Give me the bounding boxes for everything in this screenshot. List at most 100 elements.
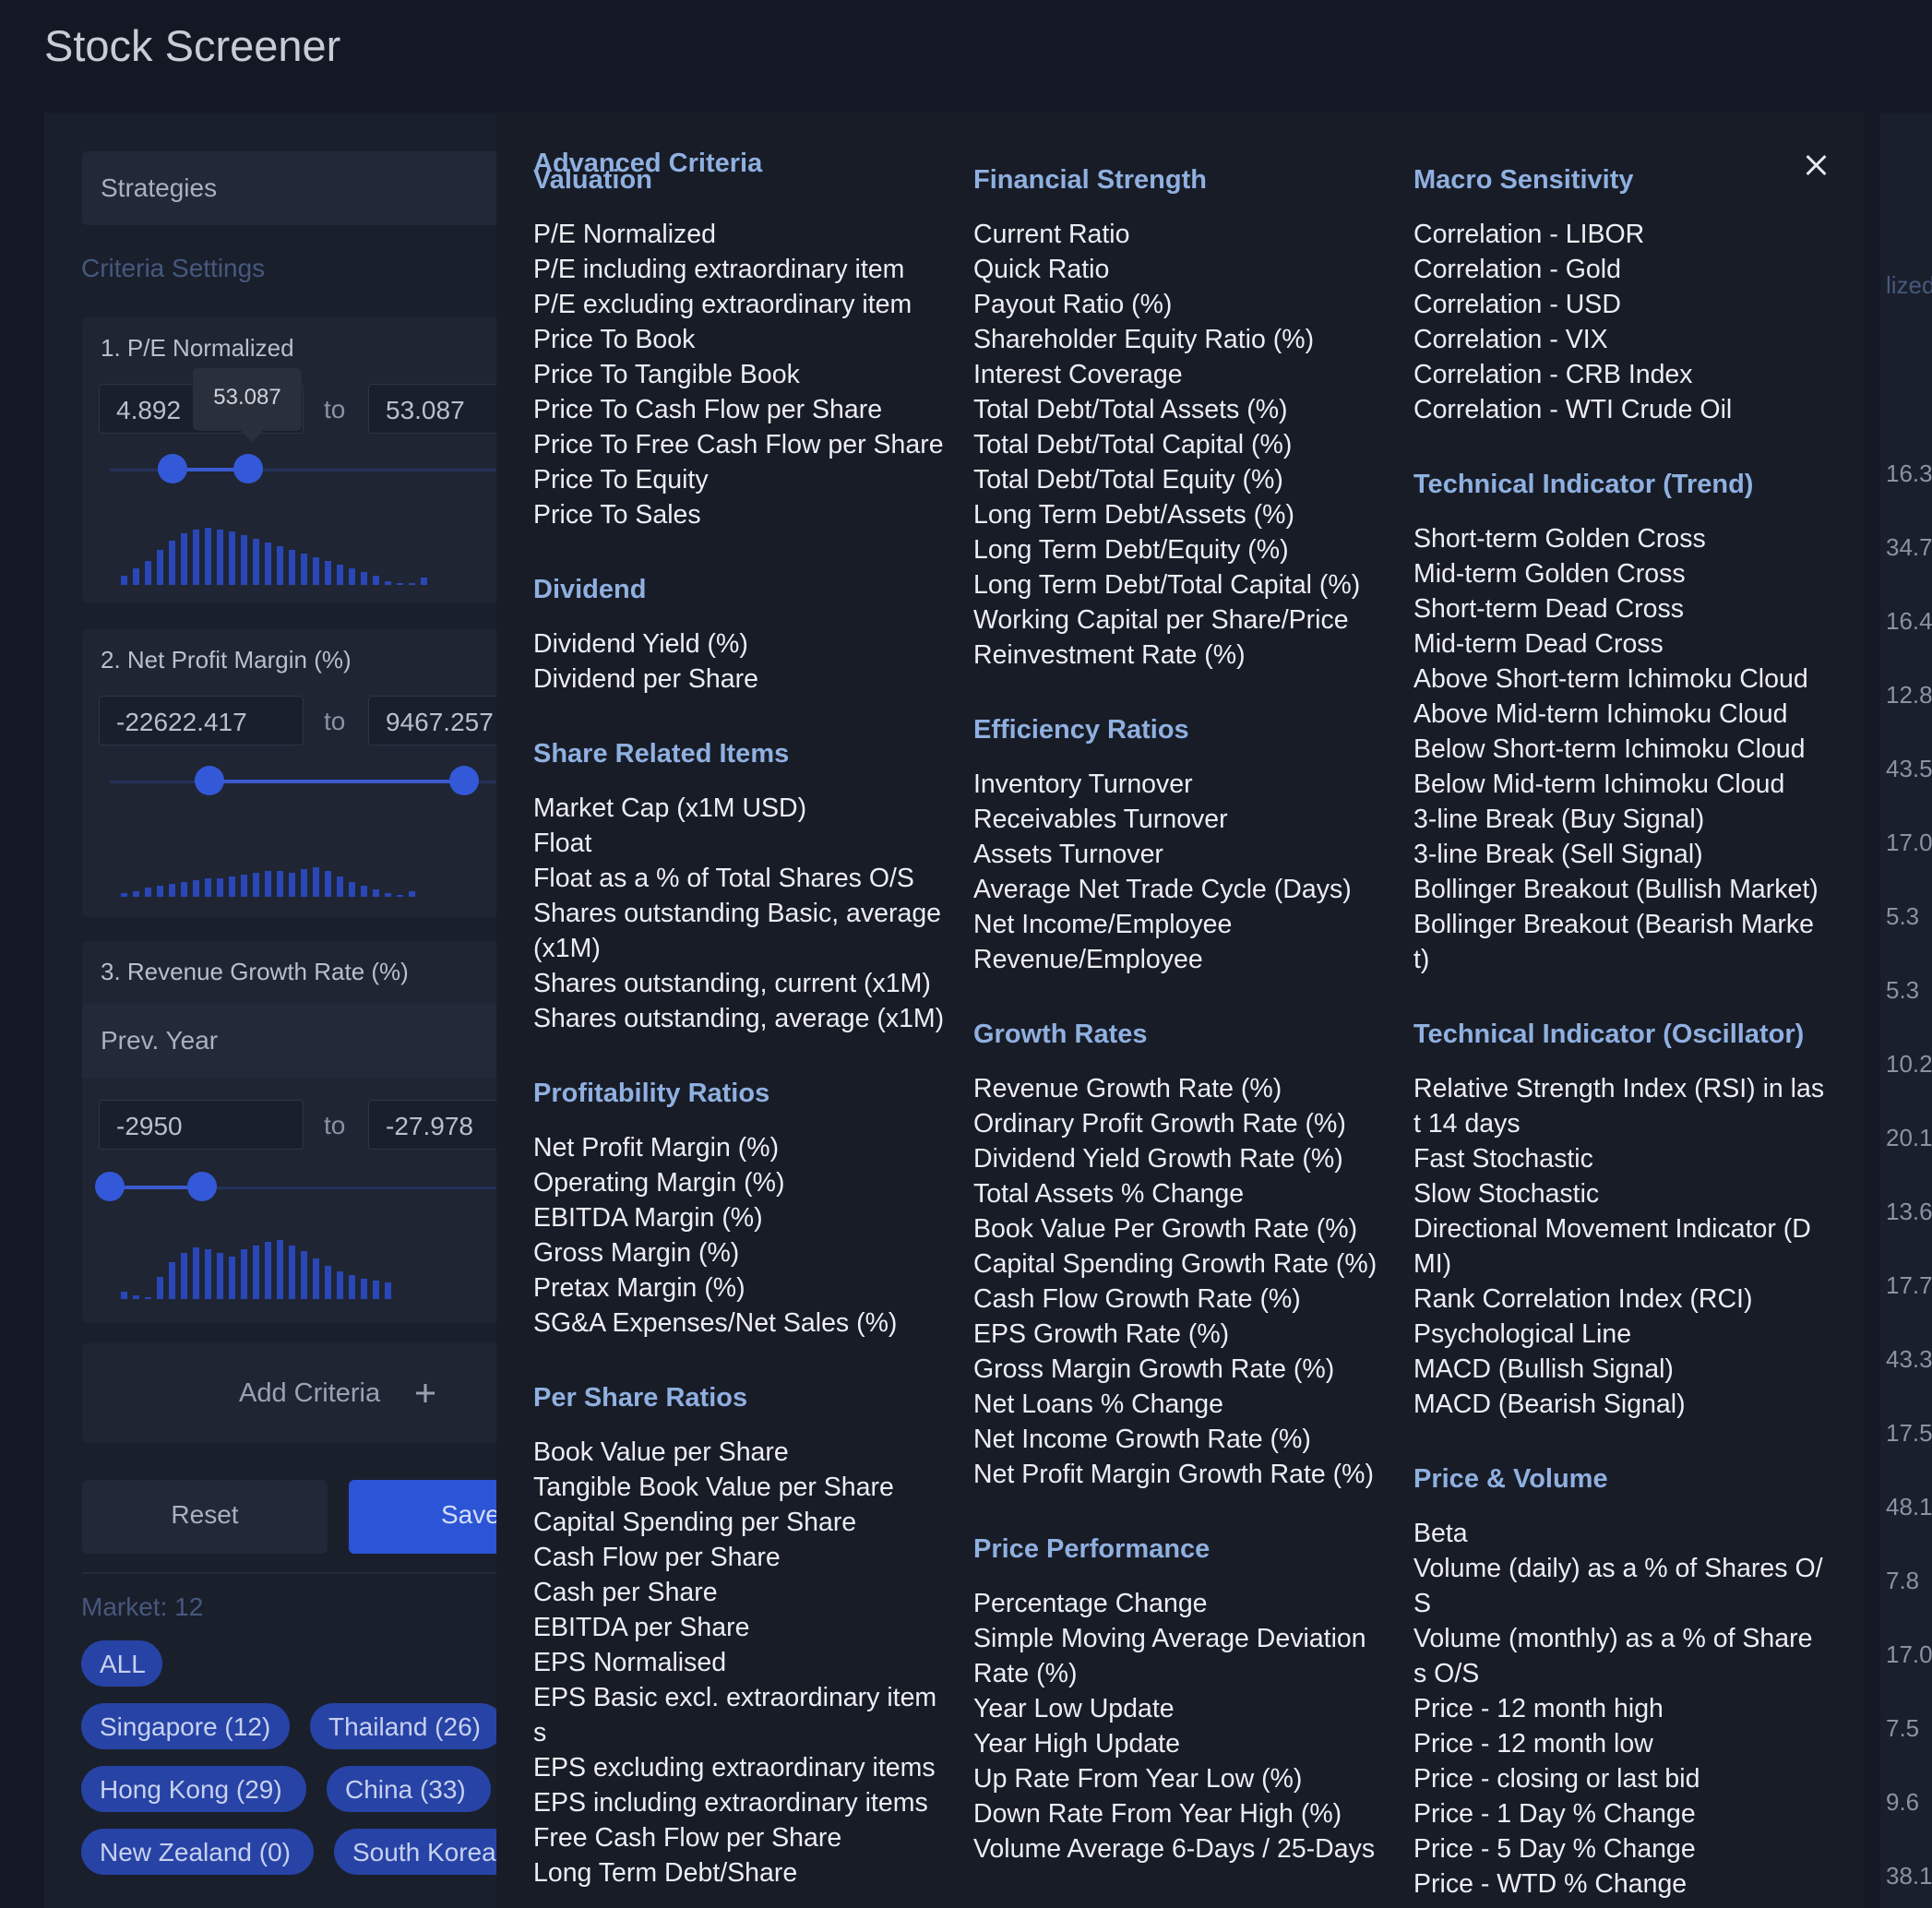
criteria-option[interactable]: Net Loans % Change (973, 1389, 1223, 1420)
criteria-option[interactable]: Volume (monthly) as a % of Share (1413, 1623, 1812, 1654)
criteria-option[interactable]: Shareholder Equity Ratio (%) (973, 324, 1314, 355)
criteria-option[interactable]: Correlation - Gold (1413, 254, 1621, 285)
criteria-option[interactable]: Ordinary Profit Growth Rate (%) (973, 1108, 1346, 1139)
criteria-option[interactable]: Shares outstanding, average (x1M) (533, 1003, 944, 1034)
market-pill-new-zealand[interactable]: New Zealand (0) (81, 1829, 314, 1875)
slider-max-handle[interactable] (449, 766, 479, 795)
criteria-option[interactable]: P/E Normalized (533, 219, 716, 250)
criteria-option[interactable]: Free Cash Flow per Share (533, 1822, 841, 1854)
criteria-option[interactable]: Correlation - WTI Crude Oil (1413, 394, 1732, 425)
criteria-option[interactable]: Gross Margin (%) (533, 1237, 739, 1269)
criteria-option[interactable]: Float (533, 828, 591, 859)
criteria-option[interactable]: t) (1413, 944, 1429, 975)
min-input[interactable]: -22622.417 (99, 696, 304, 745)
criteria-option[interactable]: Long Term Debt/Assets (%) (973, 499, 1294, 531)
criteria-option[interactable]: Fast Stochastic (1413, 1143, 1593, 1175)
criteria-option[interactable]: Net Profit Margin Growth Rate (%) (973, 1459, 1374, 1490)
criteria-option[interactable]: Price - 5 Day % Change (1413, 1833, 1696, 1865)
market-pill-thailand[interactable]: Thailand (26) (310, 1703, 504, 1749)
market-pill-singapore[interactable]: Singapore (12) (81, 1703, 290, 1749)
criteria-option[interactable]: Correlation - CRB Index (1413, 359, 1693, 390)
criteria-option[interactable]: MI) (1413, 1248, 1451, 1280)
criteria-option[interactable]: Net Profit Margin (%) (533, 1132, 779, 1163)
criteria-option[interactable]: MACD (Bullish Signal) (1413, 1353, 1674, 1385)
criteria-option[interactable]: Capital Spending per Share (533, 1507, 856, 1538)
min-input[interactable]: -2950 (99, 1100, 304, 1150)
slider-max-handle[interactable] (233, 454, 263, 483)
criteria-option[interactable]: Correlation - LIBOR (1413, 219, 1644, 250)
criteria-option[interactable]: 3-line Break (Sell Signal) (1413, 839, 1703, 870)
criteria-option[interactable]: Cash Flow per Share (533, 1542, 781, 1573)
criteria-option[interactable]: Current Ratio (973, 219, 1129, 250)
criteria-option[interactable]: 3-line Break (Buy Signal) (1413, 804, 1704, 835)
criteria-option[interactable]: Shares outstanding Basic, average (533, 898, 941, 929)
slider-min-handle[interactable] (195, 766, 224, 795)
criteria-option[interactable]: Operating Margin (%) (533, 1167, 784, 1198)
criteria-option[interactable]: Long Term Debt/Total Capital (%) (973, 569, 1360, 601)
criteria-option[interactable]: Bollinger Breakout (Bullish Market) (1413, 874, 1819, 905)
criteria-option[interactable]: Long Term Debt/Share (533, 1857, 797, 1889)
criteria-option[interactable]: Tangible Book Value per Share (533, 1472, 894, 1503)
criteria-option[interactable]: Simple Moving Average Deviation (973, 1623, 1366, 1654)
criteria-option[interactable]: Long Term Debt/Equity (%) (973, 534, 1289, 566)
market-pill-china[interactable]: China (33) (327, 1766, 491, 1812)
criteria-option[interactable]: t 14 days (1413, 1108, 1521, 1139)
criteria-option[interactable]: Average Net Trade Cycle (Days) (973, 874, 1352, 905)
criteria-option[interactable]: Price - 12 month low (1413, 1728, 1653, 1759)
criteria-option[interactable]: Mid-term Dead Cross (1413, 628, 1664, 660)
add-criteria-button[interactable]: Add Criteria (82, 1343, 516, 1443)
criteria-option[interactable]: P/E including extraordinary item (533, 254, 904, 285)
criteria-option[interactable]: Price - 12 month high (1413, 1693, 1664, 1724)
market-pill-south-korea[interactable]: South Korea (334, 1829, 519, 1875)
criteria-option[interactable]: Down Rate From Year High (%) (973, 1798, 1342, 1830)
criteria-option[interactable]: Reinvestment Rate (%) (973, 639, 1246, 671)
criteria-option[interactable]: Correlation - VIX (1413, 324, 1608, 355)
criteria-option[interactable]: EBITDA Margin (%) (533, 1202, 763, 1234)
criteria-option[interactable]: Book Value per Share (533, 1437, 789, 1468)
criteria-option[interactable]: s (533, 1717, 546, 1748)
criteria-option[interactable]: Volume (daily) as a % of Shares O/ (1413, 1553, 1823, 1584)
criteria-option[interactable]: Revenue Growth Rate (%) (973, 1073, 1282, 1104)
criteria-option[interactable]: Directional Movement Indicator (D (1413, 1213, 1811, 1245)
criteria-option[interactable]: Short-term Golden Cross (1413, 523, 1706, 555)
criteria-option[interactable]: EPS Normalised (533, 1647, 726, 1678)
criteria-option[interactable]: Inventory Turnover (973, 769, 1193, 800)
criteria-option[interactable]: Net Income/Employee (973, 909, 1232, 940)
criteria-option[interactable]: (x1M) (533, 933, 601, 964)
criteria-option[interactable]: Below Short-term Ichimoku Cloud (1413, 733, 1806, 765)
criteria-option[interactable]: Market Cap (x1M USD) (533, 793, 806, 824)
criteria-option[interactable]: Price - 1 Day % Change (1413, 1798, 1696, 1830)
criteria-option[interactable]: Net Income Growth Rate (%) (973, 1424, 1311, 1455)
criteria-option[interactable]: SG&A Expenses/Net Sales (%) (533, 1307, 897, 1339)
criteria-option[interactable]: s O/S (1413, 1658, 1479, 1689)
criteria-option[interactable]: Price - closing or last bid (1413, 1763, 1699, 1795)
criteria-option[interactable]: Price - WTD % Change (1413, 1868, 1687, 1900)
criteria-option[interactable]: Slow Stochastic (1413, 1178, 1599, 1210)
period-dropdown[interactable]: Prev. Year (82, 1004, 516, 1078)
criteria-option[interactable]: Volume Average 6-Days / 25-Days (973, 1833, 1375, 1865)
criteria-option[interactable]: Capital Spending Growth Rate (%) (973, 1248, 1377, 1280)
criteria-option[interactable]: EPS Growth Rate (%) (973, 1318, 1229, 1350)
criteria-option[interactable]: Price To Tangible Book (533, 359, 800, 390)
criteria-option[interactable]: Gross Margin Growth Rate (%) (973, 1353, 1334, 1385)
criteria-option[interactable]: EPS Basic excl. extraordinary item (533, 1682, 936, 1713)
criteria-option[interactable]: Up Rate From Year Low (%) (973, 1763, 1302, 1795)
criteria-option[interactable]: Total Debt/Total Assets (%) (973, 394, 1288, 425)
criteria-option[interactable]: Total Debt/Total Equity (%) (973, 464, 1283, 495)
criteria-option[interactable]: Cash Flow Growth Rate (%) (973, 1283, 1301, 1315)
slider-max-handle[interactable] (187, 1172, 217, 1201)
criteria-option[interactable]: Correlation - USD (1413, 289, 1621, 320)
criteria-option[interactable]: Quick Ratio (973, 254, 1109, 285)
criteria-option[interactable]: Float as a % of Total Shares O/S (533, 863, 914, 894)
criteria-option[interactable]: Pretax Margin (%) (533, 1272, 745, 1304)
criteria-option[interactable]: Revenue/Employee (973, 944, 1203, 975)
criteria-option[interactable]: Psychological Line (1413, 1318, 1631, 1350)
criteria-option[interactable]: Assets Turnover (973, 839, 1163, 870)
slider-min-handle[interactable] (158, 454, 187, 483)
criteria-option[interactable]: P/E excluding extraordinary item (533, 289, 912, 320)
reset-button[interactable]: Reset (82, 1480, 328, 1554)
strategies-dropdown[interactable]: Strategies (82, 151, 516, 225)
criteria-option[interactable]: Total Assets % Change (973, 1178, 1244, 1210)
market-pill-all[interactable]: ALL (81, 1640, 162, 1687)
criteria-option[interactable]: EPS including extraordinary items (533, 1787, 928, 1819)
